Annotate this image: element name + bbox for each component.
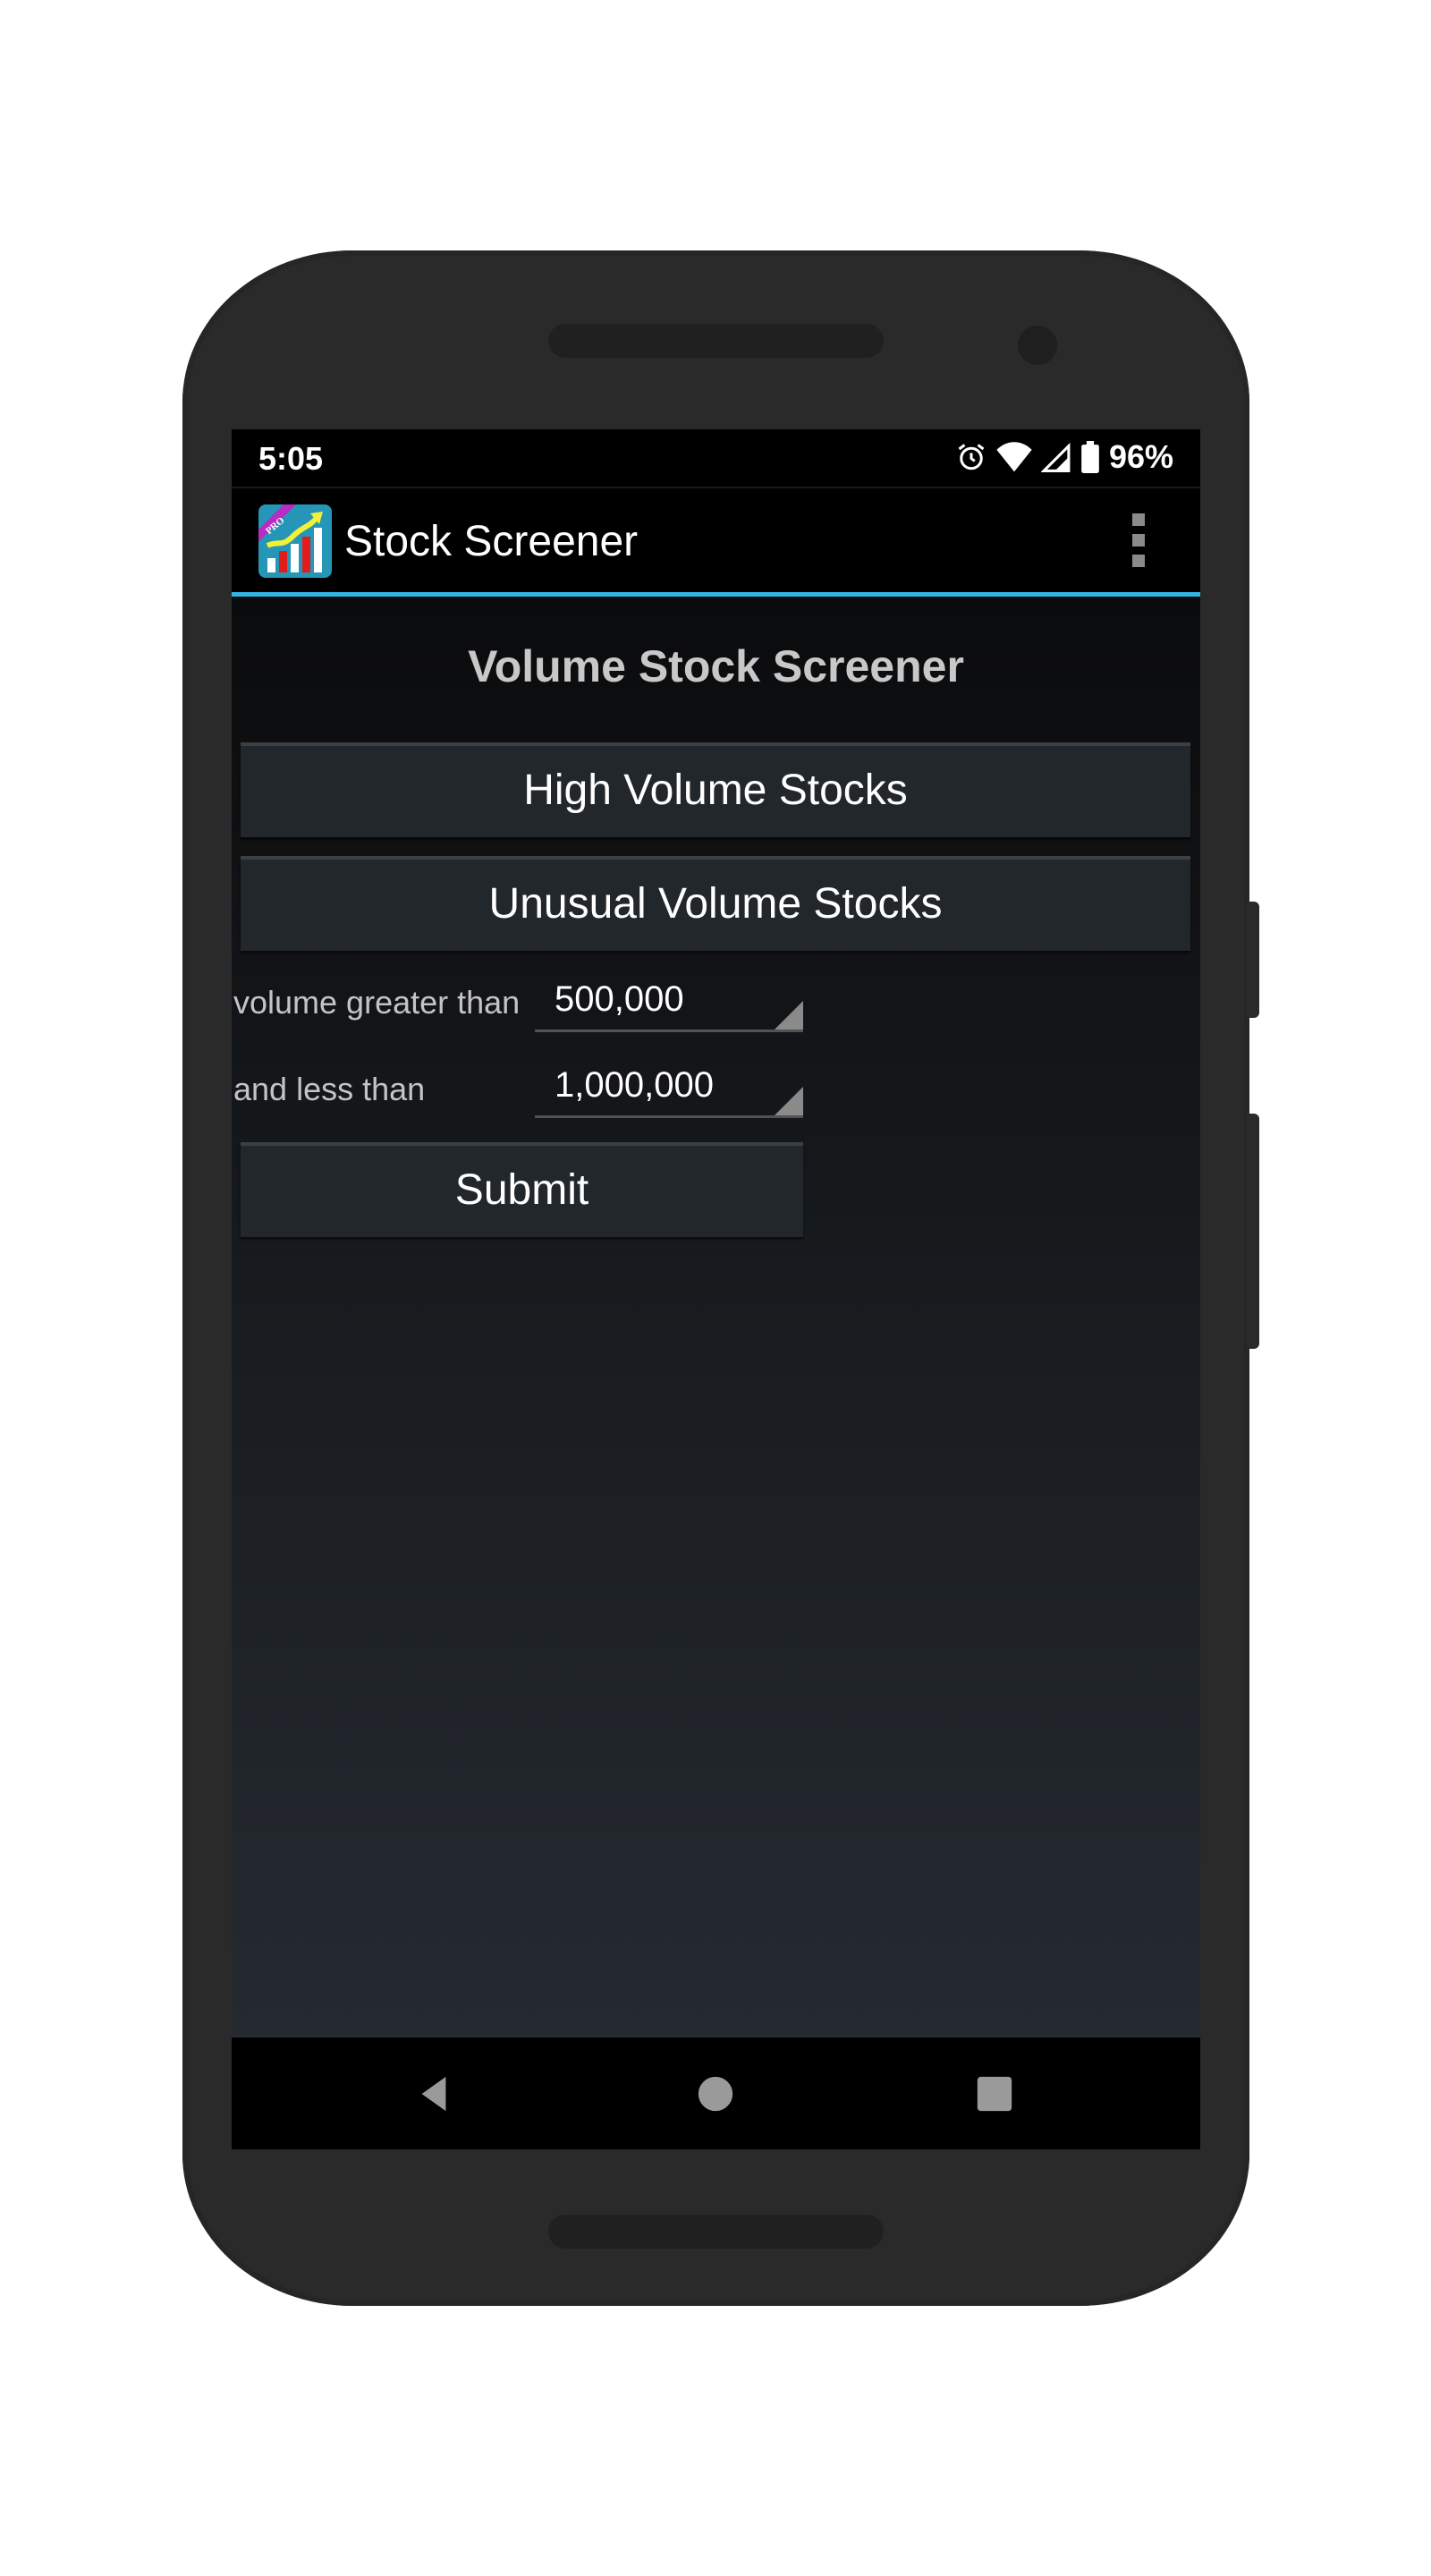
home-icon[interactable] bbox=[695, 2073, 736, 2114]
volume-min-input[interactable] bbox=[535, 970, 803, 1030]
battery-percent: 96% bbox=[1108, 438, 1173, 475]
volume-min-field[interactable] bbox=[535, 970, 803, 1032]
power-button bbox=[1247, 902, 1259, 1018]
wifi-icon bbox=[996, 442, 1032, 472]
recents-icon[interactable] bbox=[974, 2073, 1015, 2114]
alarm-icon bbox=[958, 444, 985, 470]
bottom-speaker bbox=[548, 2215, 884, 2249]
overflow-menu-icon[interactable] bbox=[1132, 513, 1147, 567]
volume-max-label: and less than bbox=[233, 1071, 426, 1107]
volume-rocker bbox=[1247, 1114, 1259, 1349]
field-corner-indicator bbox=[775, 1001, 803, 1030]
app-bar: PRO Stock Screener bbox=[232, 488, 1200, 597]
volume-max-field[interactable] bbox=[535, 1055, 803, 1118]
volume-min-label: volume greater than bbox=[233, 984, 521, 1021]
earpiece-speaker bbox=[548, 324, 884, 358]
page-title: Volume Stock Screener bbox=[468, 641, 964, 691]
app-title: Stock Screener bbox=[344, 518, 639, 565]
cell-signal-icon bbox=[1040, 442, 1071, 472]
battery-icon bbox=[1081, 441, 1099, 473]
status-time: 5:05 bbox=[258, 440, 324, 477]
front-camera bbox=[1018, 326, 1057, 365]
high-volume-stocks-button[interactable]: High Volume Stocks bbox=[241, 742, 1190, 837]
pro-badge-text: PRO bbox=[264, 515, 287, 537]
app-logo-icon: PRO bbox=[258, 504, 332, 578]
navigation-bar bbox=[232, 2038, 1200, 2149]
volume-max-input[interactable] bbox=[535, 1055, 803, 1115]
unusual-volume-stocks-button[interactable]: Unusual Volume Stocks bbox=[241, 856, 1190, 951]
field-corner-indicator bbox=[775, 1087, 803, 1115]
back-icon[interactable] bbox=[413, 2073, 454, 2114]
status-bar: 5:05 96% bbox=[232, 429, 1200, 488]
screen: 5:05 96% PRO Stock Screener Volume Stock… bbox=[232, 429, 1200, 2149]
submit-button[interactable]: Submit bbox=[241, 1142, 803, 1237]
